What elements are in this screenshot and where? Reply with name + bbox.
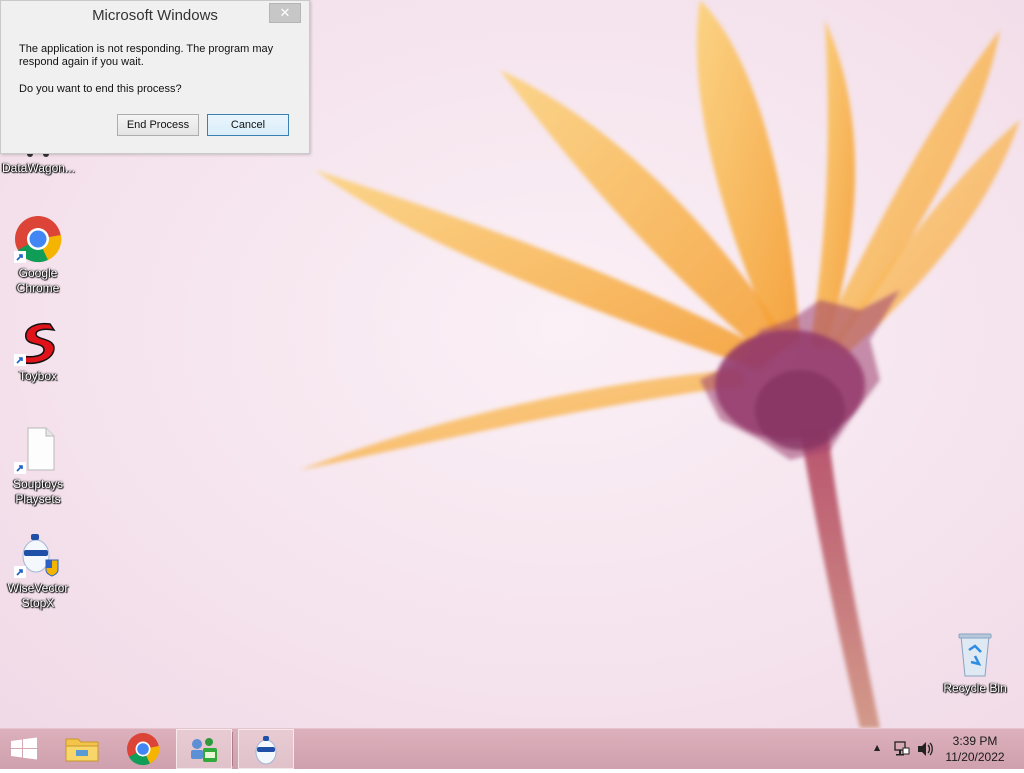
- taskbar-file-explorer[interactable]: [54, 729, 110, 769]
- file-explorer-icon: [65, 738, 99, 762]
- desktop-icon-google-chrome[interactable]: Google Chrome: [2, 215, 74, 296]
- wisevector-icon: [255, 736, 277, 765]
- clock[interactable]: 3:39 PM 11/20/2022: [940, 733, 1010, 765]
- dialog-title: Microsoft Windows: [92, 7, 218, 24]
- close-icon: ✕: [279, 5, 291, 20]
- desktop-icon-wisevector-stopx[interactable]: WiseVector StopX: [2, 530, 74, 611]
- windows-logo-icon: [11, 737, 37, 760]
- desktop-icon-souptoys-playsets[interactable]: Souptoys Playsets: [2, 426, 74, 507]
- chrome-icon: [14, 215, 62, 263]
- desktop-icon-toybox[interactable]: Toybox: [2, 318, 74, 384]
- desktop-icon-label: Google Chrome: [16, 266, 60, 295]
- desktop-icon-label: Recycle Bin: [943, 681, 1007, 695]
- desktop-icon-label: Toybox: [18, 369, 58, 383]
- dialog-message: The application is not responding. The p…: [19, 43, 274, 68]
- volume-icon[interactable]: [916, 741, 934, 757]
- shortcut-arrow-icon: [14, 251, 26, 263]
- system-tray: ▲ 3:39 PM 11/20/2022: [874, 729, 1024, 769]
- desktop-icon-label: Souptoys Playsets: [12, 477, 64, 506]
- desktop-icon-label: DataWagon...: [2, 161, 75, 175]
- dialog-titlebar[interactable]: Microsoft Windows ✕: [1, 1, 309, 31]
- clock-time: 3:39 PM: [952, 734, 998, 748]
- tray-expand-icon[interactable]: ▲: [874, 743, 880, 752]
- desktop: DataWagon... Google Chrome Toybox Soupto…: [0, 0, 1024, 728]
- taskbar-google-chrome[interactable]: [115, 729, 171, 769]
- network-app-icon: [191, 738, 217, 762]
- chrome-icon: [127, 733, 160, 766]
- start-button[interactable]: [0, 729, 48, 769]
- cancel-button[interactable]: Cancel: [207, 114, 289, 136]
- end-process-button[interactable]: End Process: [117, 114, 199, 136]
- desktop-icon-label: WiseVector StopX: [7, 581, 69, 610]
- shortcut-arrow-icon: [14, 566, 26, 578]
- wisevector-icon: [14, 530, 62, 578]
- clock-date: 11/20/2022: [945, 750, 1005, 764]
- taskbar-wisevector-stopx[interactable]: [238, 729, 294, 769]
- close-button[interactable]: ✕: [269, 3, 301, 23]
- not-responding-dialog: Microsoft Windows ✕ The application is n…: [0, 0, 310, 154]
- file-icon: [14, 426, 62, 474]
- desktop-icon-recycle-bin[interactable]: Recycle Bin: [939, 630, 1011, 696]
- recycle-bin-icon: [951, 630, 999, 678]
- shortcut-arrow-icon: [14, 462, 26, 474]
- shortcut-arrow-icon: [14, 354, 26, 366]
- taskbar: ▲ 3:39 PM 11/20/2022: [0, 728, 1024, 769]
- taskbar-separator: [232, 732, 233, 766]
- toybox-icon: [14, 318, 62, 366]
- taskbar-network-app[interactable]: [176, 729, 232, 769]
- dialog-question: Do you want to end this process?: [19, 83, 182, 95]
- network-icon[interactable]: [894, 740, 910, 758]
